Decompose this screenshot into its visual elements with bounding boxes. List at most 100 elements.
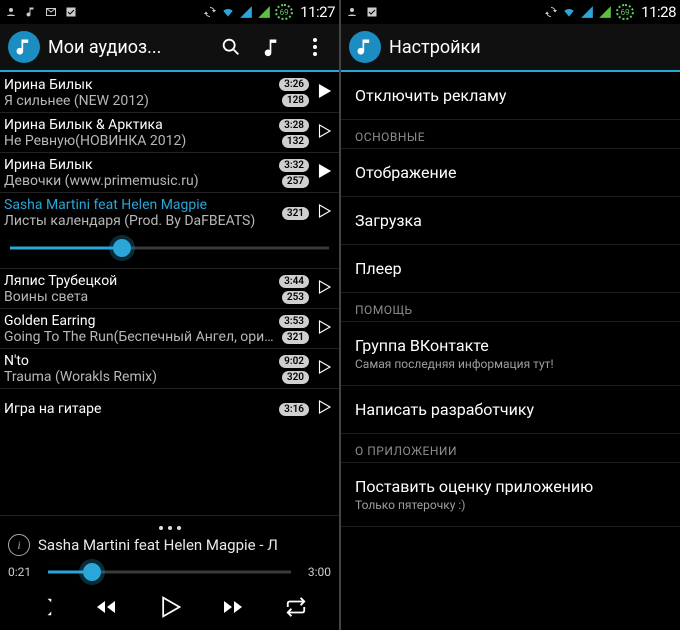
signal-icon [580,5,594,19]
track-artist: Sasha Martini feat Helen Magpie [4,197,282,213]
track-row[interactable]: Golden EarringGoing To The Run(Беспечный… [0,308,339,348]
settings-item[interactable]: Отображение [341,149,680,197]
settings-item[interactable]: Написать разработчику [341,386,680,434]
settings-item[interactable]: Группа ВКонтактеСамая последняя информац… [341,322,680,386]
track-duration: 3:16 [279,403,309,416]
actionbar: Настройки [341,24,680,72]
track-artist: Golden Earring [4,313,279,329]
music-note-icon [24,5,38,19]
next-button[interactable] [217,591,249,623]
signal-icon [239,5,253,19]
play-icon[interactable] [315,82,333,104]
track-artist: Игра на гитаре [4,401,279,417]
play-icon[interactable] [315,122,333,144]
elapsed-time: 0:21 [8,565,40,579]
app-icon[interactable] [8,31,40,63]
search-icon[interactable] [219,35,243,59]
settings-item-label: Отключить рекламу [355,86,666,105]
track-duration: 3:26 [279,78,309,91]
settings-list[interactable]: Отключить рекламуОСНОВНЫЕОтображениеЗагр… [341,72,680,630]
battery-pct: 69 [275,4,293,20]
track-count: 253 [282,291,309,304]
track-title: Листы календаря (Prod. By DaFBEATS) [4,213,282,229]
track-row[interactable]: Ирина Билык & АрктикаНе Ревную(НОВИНКА 2… [0,112,339,152]
play-button[interactable] [152,590,186,624]
settings-item[interactable]: Загрузка [341,197,680,245]
signal2-icon [257,5,271,19]
now-playing-bar: i Sasha Martini feat Helen Magpie - Л 0:… [0,515,339,630]
track-row[interactable]: N'toTrauma (Worakls Remix)9:02 320 [0,348,339,388]
play-icon[interactable] [315,398,333,420]
track-row[interactable]: Игра на гитаре3:16 [0,388,339,428]
track-list[interactable]: Ирина БилыкЯ сильнее (NEW 2012)3:26128Ир… [0,72,339,515]
play-icon[interactable] [315,202,333,224]
track-count: 257 [282,175,309,188]
repeat-button[interactable] [280,591,312,623]
track-duration: 9:02 [279,355,309,368]
check-icon [365,5,379,19]
track-duration: 3:53 [279,315,309,328]
statusbar: 69 11:28 [341,0,680,24]
play-icon[interactable] [315,358,333,380]
prev-button[interactable] [90,591,122,623]
track-title: Я сильнее (NEW 2012) [4,93,279,109]
play-icon[interactable] [315,162,333,184]
shuffle-button[interactable] [27,591,59,623]
settings-item-label: Поставить оценку приложению [355,477,666,496]
statusbar: 69 11:27 [0,0,339,24]
track-count: 128 [282,94,309,107]
track-count: 321 [282,331,309,344]
track-count: 132 [282,135,309,148]
settings-section-header: О ПРИЛОЖЕНИИ [341,434,680,463]
track-duration: 3:44 [279,275,309,288]
track-row[interactable]: Ляпис ТрубецкойВоины света3:44 253 [0,268,339,308]
wifi-icon [221,5,235,19]
more-icon[interactable] [8,522,331,534]
now-playing-title: Sasha Martini feat Helen Magpie - Л [38,536,331,554]
track-title: Девочки (www.primemusic.ru) [4,173,279,189]
play-icon[interactable] [315,278,333,300]
track-artist: Ляпис Трубецкой [4,273,279,289]
phone-left: 69 11:27 Мои аудиоз... Ирина БилыкЯ силь… [0,0,339,630]
play-icon[interactable] [315,318,333,340]
track-artist: Ирина Билык [4,77,279,93]
phone-right: 69 11:28 Настройки Отключить рекламуОСНО… [341,0,680,630]
track-title: Going To The Run(Беспечный Ангел, оригин… [4,329,279,345]
track-count: 320 [282,371,309,384]
track-title: Воины света [4,289,279,305]
info-icon[interactable]: i [8,534,30,556]
track-row[interactable]: Sasha Martini feat Helen MagpieЛисты кал… [0,192,339,232]
signal2-icon [598,5,612,19]
track-artist: N'to [4,353,279,369]
settings-section-header: ПОМОЩЬ [341,293,680,322]
app-icon[interactable] [349,31,381,63]
settings-item-label: Отображение [355,163,666,182]
track-duration: 3:32 [279,159,309,172]
actionbar: Мои аудиоз... [0,24,339,72]
remaining-time: 3:00 [299,565,331,579]
page-title: Мои аудиоз... [48,37,219,58]
settings-item-label: Написать разработчику [355,400,666,419]
track-row[interactable]: Ирина БилыкЯ сильнее (NEW 2012)3:26 128 [0,72,339,112]
mail-icon [44,5,58,19]
battery-pct: 69 [616,4,634,20]
seek-slider[interactable] [48,562,291,582]
battery-icon: 69 [616,4,634,20]
inline-seek-slider[interactable] [0,232,339,268]
settings-item[interactable]: Отключить рекламу [341,72,680,120]
track-row[interactable]: Ирина БилыкДевочки (www.primemusic.ru)3:… [0,152,339,192]
battery-icon: 69 [275,4,293,20]
track-artist: Ирина Билык & Арктика [4,117,279,133]
track-title: Trauma (Worakls Remix) [4,369,279,385]
settings-item-sublabel: Самая последняя информация тут! [355,357,666,371]
library-icon[interactable] [261,35,285,59]
settings-item[interactable]: Плеер [341,245,680,293]
settings-item-label: Плеер [355,259,666,278]
overflow-icon[interactable] [303,35,327,59]
track-count: 321 [282,207,309,220]
track-artist: Ирина Билык [4,157,279,173]
settings-item-sublabel: Только пятерочку :) [355,498,666,512]
settings-item-label: Загрузка [355,211,666,230]
track-duration: 3:28 [279,119,309,132]
settings-item[interactable]: Поставить оценку приложению Только пятеро… [341,463,680,527]
